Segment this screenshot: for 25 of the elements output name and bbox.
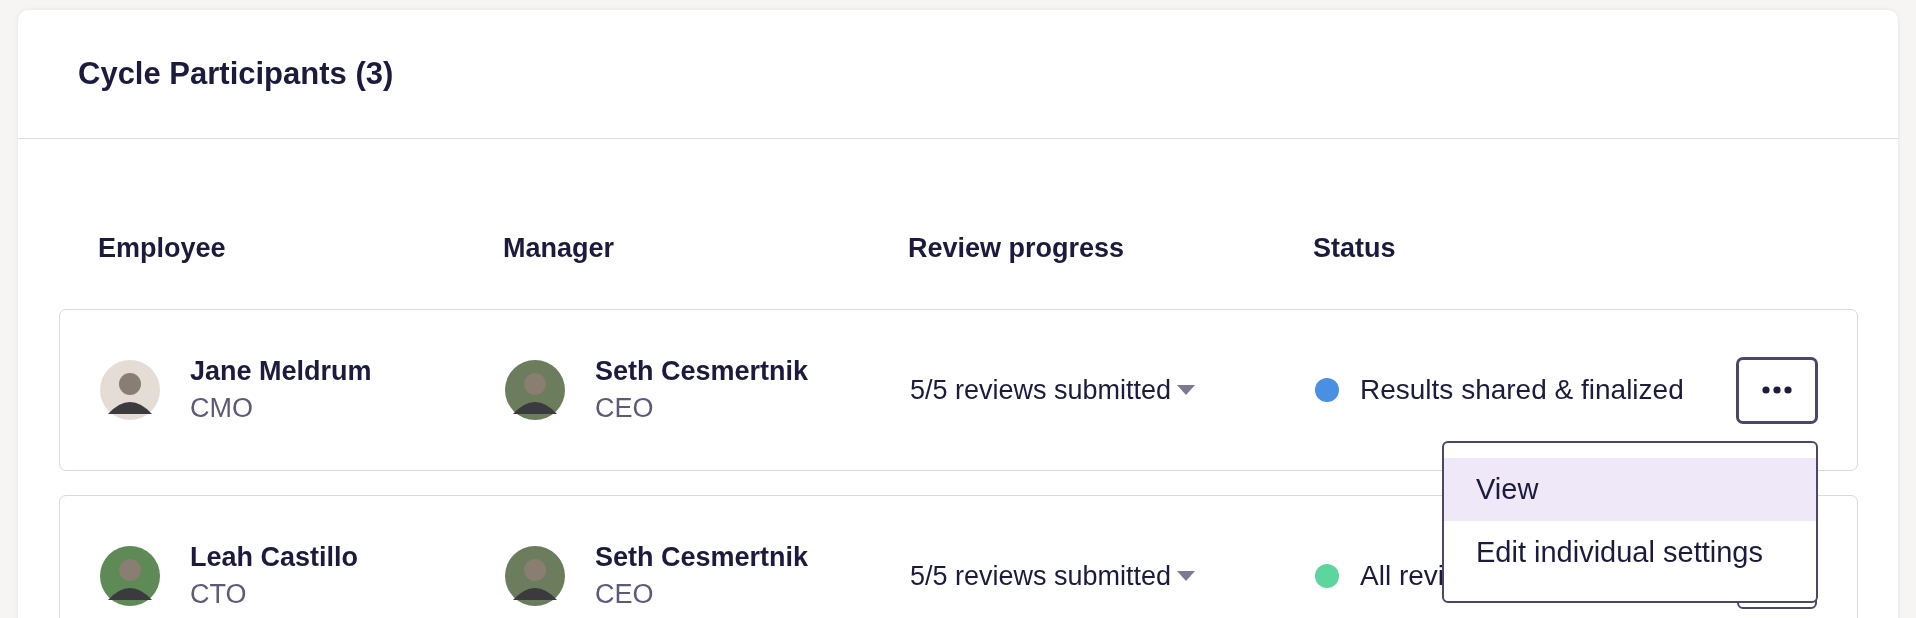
- manager-role: CEO: [595, 579, 655, 610]
- avatar: [100, 546, 160, 606]
- employee-role: CMO: [190, 393, 254, 424]
- status-text: Results shared & finalized: [1360, 374, 1684, 406]
- menu-item[interactable]: Edit individual settings: [1444, 520, 1816, 584]
- avatar: [505, 360, 565, 420]
- column-header: Manager: [503, 233, 616, 265]
- more-icon: [1762, 386, 1792, 394]
- manager-role: CEO: [595, 393, 655, 424]
- caret-icon[interactable]: [1177, 385, 1196, 395]
- employee-name[interactable]: Leah Castillo: [190, 542, 359, 573]
- caret-icon[interactable]: [1177, 571, 1196, 581]
- menu-item[interactable]: View: [1444, 457, 1816, 521]
- manager-name[interactable]: Seth Cesmertnik: [595, 542, 809, 573]
- column-header: Review progress: [908, 233, 1126, 265]
- column-header: Status: [1313, 233, 1397, 265]
- avatar: [100, 360, 160, 420]
- status-text: All revi: [1360, 560, 1444, 592]
- employee-name[interactable]: Jane Meldrum: [190, 356, 372, 387]
- more-button[interactable]: [1737, 357, 1817, 423]
- column-header: Employee: [98, 233, 227, 265]
- employee-role: CTO: [190, 579, 248, 610]
- card-title: Cycle Participants (3): [78, 56, 394, 92]
- manager-name[interactable]: Seth Cesmertnik: [595, 356, 809, 387]
- avatar: [505, 546, 565, 606]
